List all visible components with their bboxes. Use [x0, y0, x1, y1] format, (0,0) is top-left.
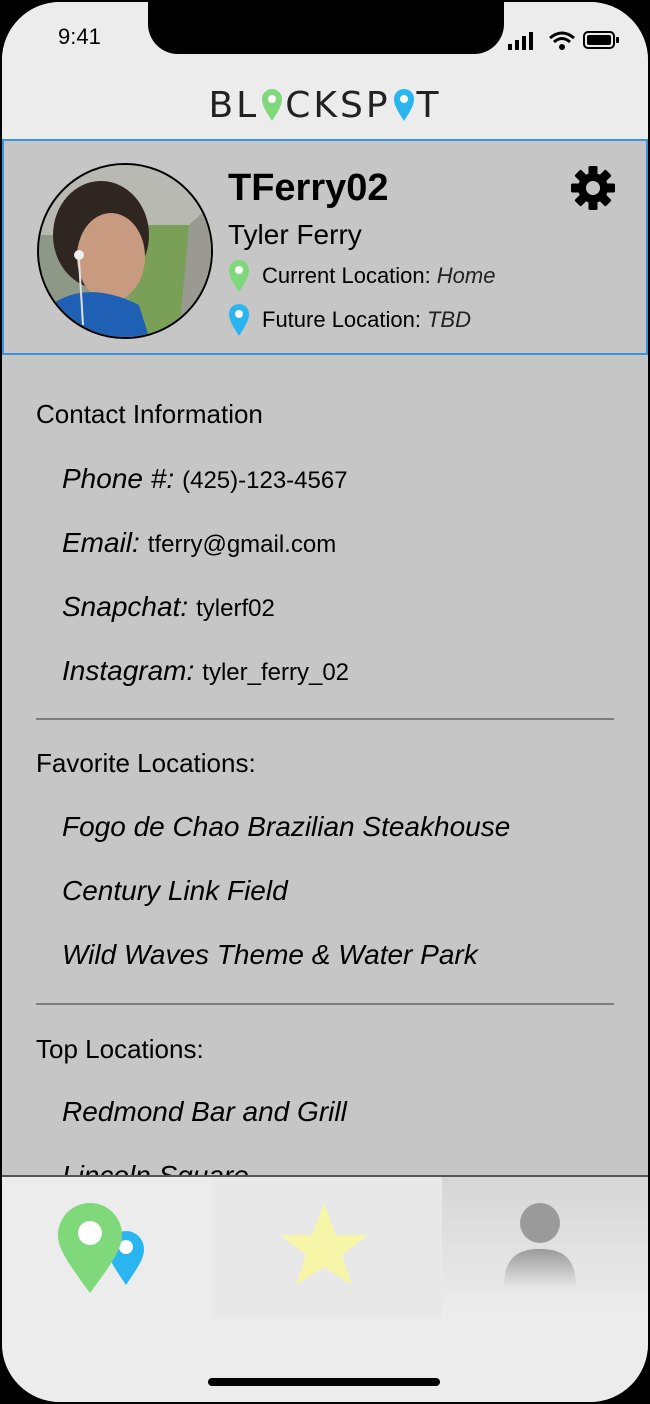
phone-frame: 9:41 BL CKSP T TFerry02 Tyler Ferry Curr…	[0, 0, 650, 1404]
brand-logo: BL CKSP T	[2, 76, 648, 134]
snapchat-label: Snapchat:	[62, 591, 189, 622]
top-section-title: Top Locations:	[36, 1034, 204, 1064]
star-icon	[280, 1203, 368, 1285]
green-pin-icon	[229, 260, 249, 292]
email-label: Email:	[62, 527, 140, 558]
instagram-value[interactable]: tyler_ferry_02	[202, 659, 349, 687]
status-time: 9:41	[58, 24, 101, 49]
section-divider	[36, 718, 614, 720]
phone-label: Phone #:	[62, 463, 175, 494]
battery-icon	[583, 31, 619, 49]
favorite-location-item[interactable]: Century Link Field	[62, 875, 288, 907]
logo-text-middle: CKSP	[285, 84, 391, 126]
profile-details: Contact Information Phone #: (425)-123-4…	[2, 355, 648, 1175]
blue-pin-icon	[393, 89, 414, 121]
email-value[interactable]: tferry@gmail.com	[148, 531, 336, 559]
blue-pin-icon	[229, 304, 249, 336]
top-location-item[interactable]: Lincoln Square	[62, 1160, 249, 1175]
notch	[148, 2, 504, 54]
favorites-section-title: Favorite Locations:	[36, 748, 256, 778]
current-location-row: Current Location: Home	[228, 259, 495, 293]
phone-value[interactable]: (425)-123-4567	[182, 467, 347, 495]
user-icon	[504, 1203, 576, 1287]
screen: 9:41 BL CKSP T TFerry02 Tyler Ferry Curr…	[2, 2, 648, 1402]
email-row: Email: tferry@gmail.com	[62, 527, 336, 559]
tab-map[interactable]	[2, 1177, 212, 1317]
current-location-value: Home	[436, 263, 496, 288]
green-pin-icon	[262, 89, 283, 121]
logo-text-suffix: T	[416, 84, 442, 126]
profile-header: TFerry02 Tyler Ferry Current Location: H…	[2, 139, 648, 355]
gear-icon[interactable]	[570, 165, 616, 211]
instagram-row: Instagram: tyler_ferry_02	[62, 655, 349, 687]
favorite-location-item[interactable]: Fogo de Chao Brazilian Steakhouse	[62, 811, 510, 843]
instagram-label: Instagram:	[62, 655, 195, 686]
wifi-icon	[549, 31, 575, 50]
section-divider	[36, 1003, 614, 1005]
profile-photo	[39, 165, 211, 337]
future-location-row: Future Location: TBD	[228, 303, 471, 337]
top-location-item[interactable]: Redmond Bar and Grill	[62, 1096, 347, 1128]
favorite-location-item[interactable]: Wild Waves Theme & Water Park	[62, 939, 478, 971]
tab-favorites[interactable]	[212, 1177, 442, 1317]
contact-section-title: Contact Information	[36, 399, 263, 429]
home-indicator[interactable]	[208, 1378, 440, 1386]
current-location-label: Current Location:	[262, 263, 431, 288]
snapchat-row: Snapchat: tylerf02	[62, 591, 275, 623]
avatar[interactable]	[37, 163, 213, 339]
signal-icon	[508, 32, 533, 50]
status-icons	[508, 30, 620, 52]
logo-text-prefix: BL	[208, 84, 260, 126]
map-pins-icon	[58, 1203, 144, 1293]
snapchat-value[interactable]: tylerf02	[196, 595, 275, 623]
tab-bar	[2, 1175, 648, 1402]
future-location-label: Future Location:	[262, 307, 421, 332]
full-name: Tyler Ferry	[228, 219, 362, 250]
app-header: BL CKSP T	[2, 72, 648, 139]
tab-profile[interactable]	[442, 1177, 648, 1317]
future-location-value: TBD	[426, 307, 471, 332]
phone-row: Phone #: (425)-123-4567	[62, 463, 348, 495]
username: TFerry02	[228, 167, 389, 209]
